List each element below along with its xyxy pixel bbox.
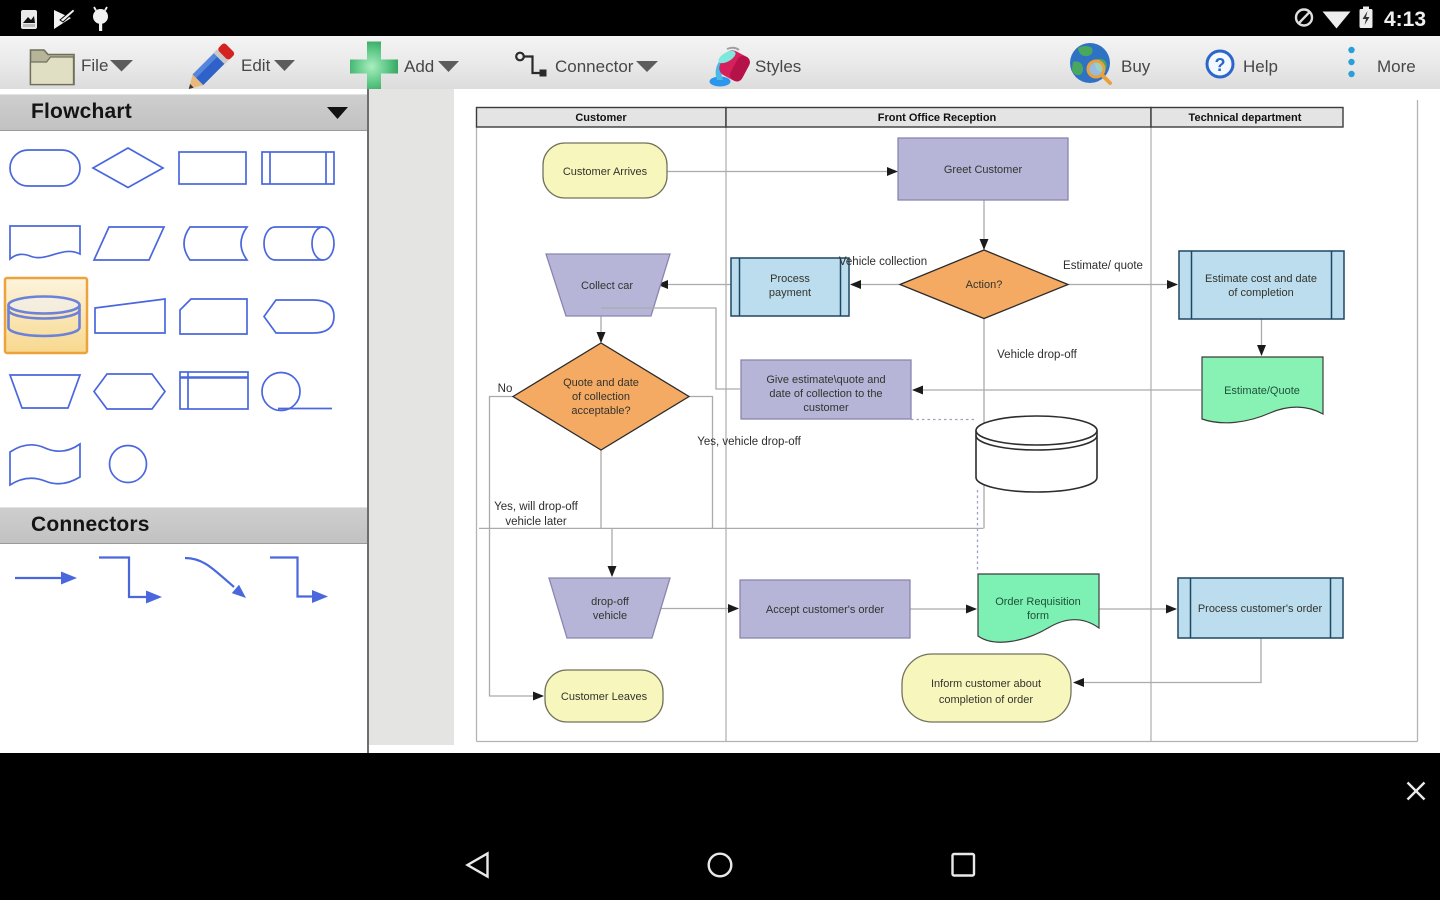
svg-text:Action?: Action? — [966, 279, 1003, 291]
svg-text:date of collection to the: date of collection to the — [769, 388, 882, 400]
svg-text:Customer: Customer — [575, 112, 627, 124]
svg-text:drop-off: drop-off — [591, 596, 630, 608]
svg-text:acceptable?: acceptable? — [571, 405, 630, 417]
svg-text:completion of order: completion of order — [939, 694, 1033, 706]
svg-text:Vehicle collection: Vehicle collection — [839, 256, 927, 268]
svg-text:Edit: Edit — [241, 56, 271, 75]
svg-text:File: File — [81, 56, 108, 75]
svg-text:Estimate cost and date: Estimate cost and date — [1205, 273, 1317, 285]
svg-text:Process customer's order: Process customer's order — [1198, 603, 1323, 615]
svg-text:vehicle later: vehicle later — [505, 516, 567, 528]
svg-text:of completion: of completion — [1228, 287, 1293, 299]
svg-text:Customer Leaves: Customer Leaves — [561, 691, 648, 703]
svg-text:Front Office Reception: Front Office Reception — [878, 112, 997, 124]
svg-text:form: form — [1027, 610, 1049, 622]
svg-text:Process: Process — [770, 273, 810, 285]
svg-text:Yes, will drop-off: Yes, will drop-off — [494, 501, 579, 513]
svg-text:Connector: Connector — [555, 57, 634, 76]
svg-text:Technical department: Technical department — [1189, 112, 1302, 124]
svg-text:Collect car: Collect car — [581, 280, 633, 292]
svg-text:payment: payment — [769, 287, 811, 299]
svg-text:Accept customer's order: Accept customer's order — [766, 604, 885, 616]
svg-text:Buy: Buy — [1121, 57, 1151, 76]
svg-text:Customer Arrives: Customer Arrives — [563, 166, 648, 178]
svg-text:Greet Customer: Greet Customer — [944, 164, 1023, 176]
svg-text:vehicle: vehicle — [593, 610, 627, 622]
svg-text:Estimate/Quote: Estimate/Quote — [1224, 385, 1300, 397]
svg-text:Quote and date: Quote and date — [563, 377, 639, 389]
svg-text:Help: Help — [1243, 57, 1278, 76]
svg-text:Give estimate\quote and: Give estimate\quote and — [766, 374, 885, 386]
svg-text:Order Requisition: Order Requisition — [995, 596, 1081, 608]
svg-text:No: No — [498, 383, 513, 395]
svg-text:?: ? — [1215, 55, 1226, 75]
svg-text:Styles: Styles — [755, 57, 801, 76]
svg-text:Estimate/ quote: Estimate/ quote — [1063, 260, 1143, 272]
svg-text:Yes, vehicle drop-off: Yes, vehicle drop-off — [697, 436, 801, 448]
svg-text:Inform customer about: Inform customer about — [931, 678, 1041, 690]
svg-text:More: More — [1377, 57, 1416, 76]
svg-text:of collection: of collection — [572, 391, 630, 403]
svg-text:customer: customer — [803, 402, 849, 414]
svg-text:Vehicle drop-off: Vehicle drop-off — [997, 349, 1078, 361]
svg-text:4:13: 4:13 — [1384, 8, 1426, 31]
svg-text:Add: Add — [404, 57, 434, 76]
